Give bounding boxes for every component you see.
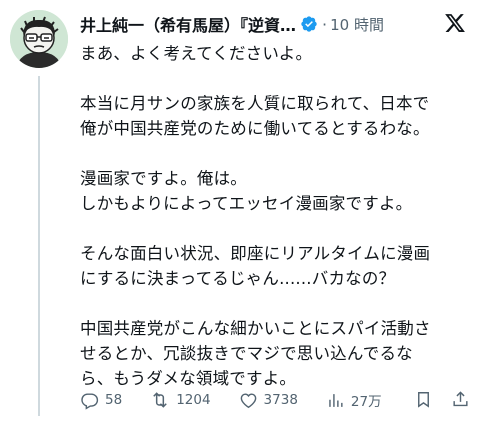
action-bar-right <box>396 390 470 409</box>
avatar[interactable] <box>10 10 68 68</box>
reply-count: 58 <box>105 392 123 408</box>
tweet-line: しかもよりによってエッセイ漫画家ですよ。 <box>80 194 413 213</box>
repost-button[interactable]: 1204 <box>150 390 211 410</box>
tweet-text: まあ、よく考えてくださいよ。本当に月サンの家族を人質に取られて、日本で 俺が中国共… <box>80 41 470 416</box>
share-icon[interactable] <box>451 390 470 409</box>
time-separator: · <box>322 14 328 34</box>
tweet-paragraph: 中国共産党がこんな細かいことにスパイ活動さ せるとか、冗談抜きでマジで思い込んでる… <box>80 316 470 391</box>
tweet-paragraph: まあ、よく考えてくださいよ。 <box>80 41 470 66</box>
views-count: 27万 <box>350 394 382 410</box>
post-time[interactable]: 10 時間 <box>330 14 384 35</box>
like-count: 3738 <box>263 392 298 408</box>
tweet-paragraph: そんな面白い状況、即座にリアルタイムに漫画 にするに決まってるじゃん......バ… <box>80 241 470 291</box>
reply-icon <box>81 392 99 410</box>
tweet-line: にするに決まってるじゃん......バカなの？ <box>80 269 396 288</box>
author-name[interactable]: 井上純一（希有馬屋）『逆資… <box>80 12 296 36</box>
action-bar: 58 1204 3738 27万 <box>80 388 470 412</box>
tweet-paragraph: 漫画家ですよ。俺は。しかもよりによってエッセイ漫画家ですよ。 <box>80 166 470 216</box>
tweet-line: そんな面白い状況、即座にリアルタイムに漫画 <box>80 244 431 263</box>
reply-button[interactable]: 58 <box>80 391 122 410</box>
tweet-line: ら、もうダメな領域ですよ。 <box>80 369 297 388</box>
tweet-header: 井上純一（希有馬屋）『逆資… · 10 時間 <box>80 12 466 36</box>
tweet: 井上純一（希有馬屋）『逆資… · 10 時間 まあ、よく考えてくださいよ。本当に… <box>0 0 480 426</box>
tweet-paragraph: 本当に月サンの家族を人質に取られて、日本で 俺が中国共産党のために働いてるとするわ… <box>80 91 470 141</box>
views-button[interactable]: 27万 <box>326 390 382 410</box>
tweet-line: せるとか、冗談抜きでマジで思い込んでるな <box>80 344 413 363</box>
verified-badge-icon <box>301 16 317 32</box>
x-logo-icon[interactable] <box>444 12 466 34</box>
tweet-line: 本当に月サンの家族を人質に取られて、日本で <box>80 94 430 113</box>
tweet-line: 漫画家ですよ。俺は。 <box>80 169 247 188</box>
tweet-line: 俺が中国共産党のために働いてるとするわな。 <box>80 119 430 138</box>
bookmark-icon[interactable] <box>414 390 433 409</box>
repost-count: 1204 <box>176 392 211 408</box>
tweet-line: 中国共産党がこんな細かいことにスパイ活動さ <box>80 319 431 338</box>
like-icon <box>240 392 256 408</box>
repost-icon <box>153 392 167 408</box>
tweet-line: まあ、よく考えてくださいよ。 <box>80 44 313 63</box>
like-button[interactable]: 3738 <box>239 391 298 410</box>
thread-line <box>38 76 40 416</box>
views-icon <box>329 393 343 407</box>
